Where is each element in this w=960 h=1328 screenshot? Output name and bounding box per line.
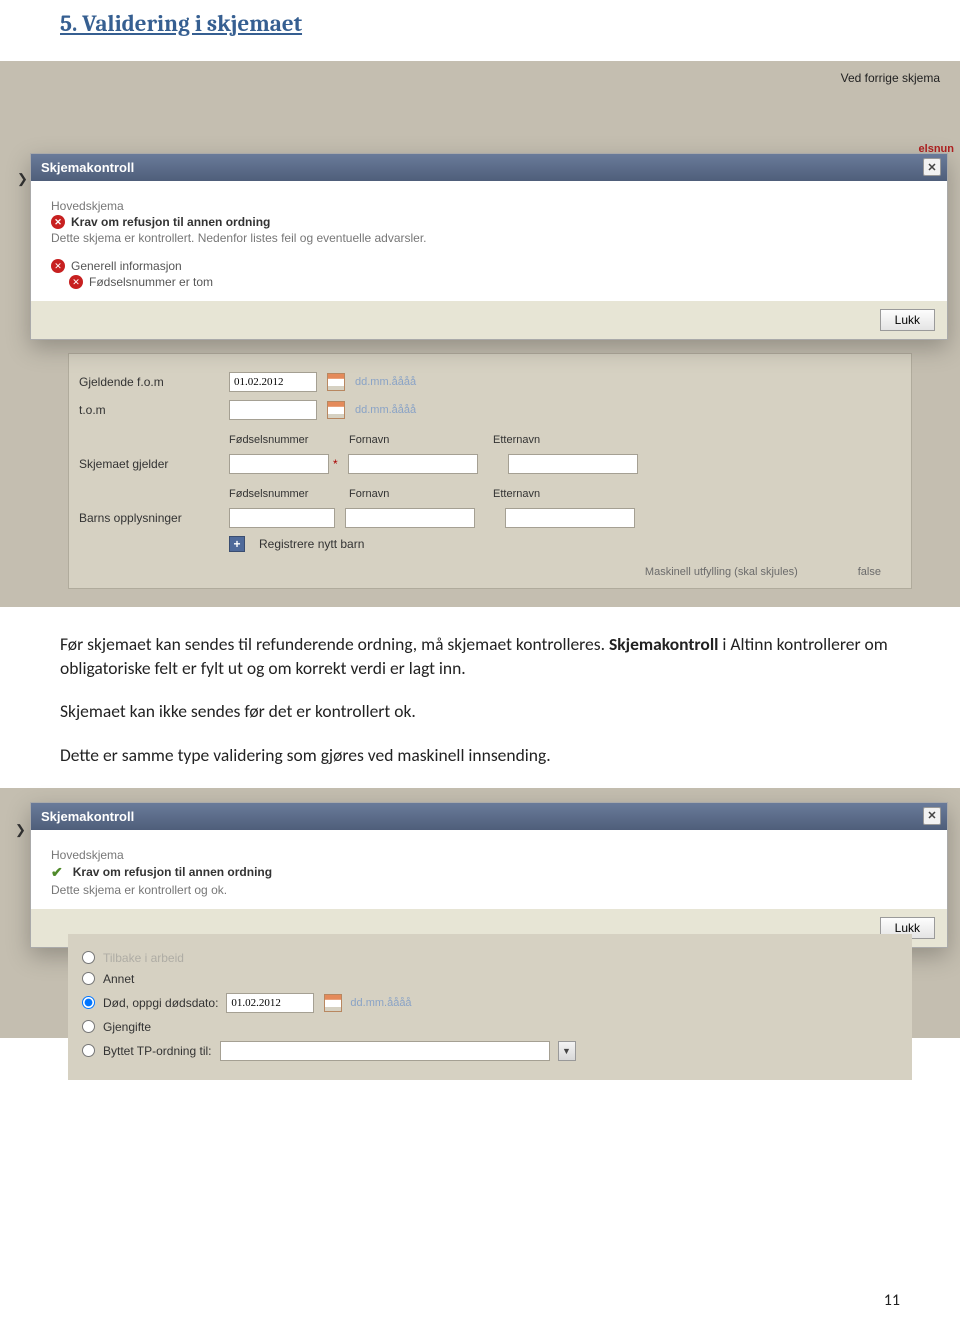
chevron-down-icon[interactable]: ▼ — [558, 1041, 576, 1061]
error-group: Generell informasjon — [71, 259, 182, 273]
lukk-button[interactable]: Lukk — [880, 309, 935, 331]
page-number: 11 — [884, 1291, 900, 1310]
background-radio-group: Tilbake i arbeid Annet Død, oppgi dødsda… — [68, 934, 912, 1080]
text: Før skjemaet kan sendes til refunderende… — [60, 633, 609, 655]
radio-label-gjengifte: Gjengifte — [103, 1020, 151, 1034]
input-etternavn-1[interactable] — [508, 454, 638, 474]
background-chevron: ❯ — [15, 822, 26, 838]
body-text: Før skjemaet kan sendes til refunderende… — [0, 607, 960, 768]
col-header-etternavn: Etternavn — [493, 434, 627, 446]
dialog-description: Dette skjema er kontrollert. Nedenfor li… — [51, 231, 927, 245]
date-hint: dd.mm.åååå — [355, 404, 416, 416]
dialog-body: Hovedskjema ✕ Krav om refusjon til annen… — [31, 181, 947, 301]
dialog-item-title: Krav om refusjon til annen ordning — [71, 215, 270, 229]
radio-label-annet: Annet — [103, 972, 134, 986]
input-dodsdato[interactable] — [226, 993, 314, 1013]
calendar-icon[interactable] — [324, 994, 342, 1012]
col-header-fodselsnummer: Fødselsnummer — [229, 434, 339, 446]
input-gjeldende-fom[interactable] — [229, 372, 317, 392]
input-fornavn-1[interactable] — [348, 454, 478, 474]
mask-fill-value: false — [858, 566, 881, 578]
error-icon: ✕ — [69, 275, 83, 289]
dialog-header: Skjemakontroll ✕ — [31, 154, 947, 181]
radio-annet[interactable] — [82, 972, 95, 985]
dialog-title: Skjemakontroll — [41, 809, 134, 824]
dialog-title: Skjemakontroll — [41, 160, 134, 175]
dialog-subtitle: Hovedskjema — [51, 199, 927, 213]
close-icon[interactable]: ✕ — [923, 807, 941, 825]
radio-option[interactable] — [82, 951, 95, 964]
col-header-fornavn: Fornavn — [349, 488, 483, 500]
register-new-child-link[interactable]: Registrere nytt barn — [259, 537, 364, 551]
radio-gjengifte[interactable] — [82, 1020, 95, 1033]
screenshot-error-dialog: Ved forrige skjema elsnun ❯ Gjeldende f.… — [0, 61, 960, 607]
radio-dod[interactable] — [82, 996, 95, 1009]
input-etternavn-2[interactable] — [505, 508, 635, 528]
required-asterisk: * — [333, 457, 338, 471]
background-form: Gjeldende f.o.m dd.mm.åååå t.o.m dd.mm.å… — [68, 353, 912, 589]
paragraph-2: Skjemaet kan ikke sendes før det er kont… — [60, 700, 900, 724]
error-detail: Fødselsnummer er tom — [89, 275, 213, 289]
dialog-body: Hovedskjema ✔ Krav om refusjon til annen… — [31, 830, 947, 909]
mask-fill-label: Maskinell utfylling (skal skjules) — [645, 566, 798, 578]
error-icon: ✕ — [51, 259, 65, 273]
label-tom: t.o.m — [79, 403, 219, 417]
date-hint: dd.mm.åååå — [355, 376, 416, 388]
bold-skjemakontroll: Skjemakontroll — [609, 633, 718, 655]
screenshot-ok-dialog: ❯ Skjemakontroll ✕ Hovedskjema ✔ Krav om… — [0, 788, 960, 1038]
add-icon[interactable]: + — [229, 536, 245, 552]
paragraph-3: Dette er samme type validering som gjøre… — [60, 744, 900, 768]
date-hint: dd.mm.åååå — [350, 997, 411, 1009]
background-chevron: ❯ — [17, 171, 28, 187]
error-icon: ✕ — [51, 215, 65, 229]
col-header-fodselsnummer: Fødselsnummer — [229, 488, 339, 500]
radio-byttet-tp[interactable] — [82, 1044, 95, 1057]
dialog-description: Dette skjema er kontrollert og ok. — [51, 883, 927, 897]
label-gjeldende-fom: Gjeldende f.o.m — [79, 375, 219, 389]
input-fnr-2[interactable] — [229, 508, 335, 528]
input-tom[interactable] — [229, 400, 317, 420]
dialog-subtitle: Hovedskjema — [51, 848, 927, 862]
dialog-item-title: Krav om refusjon til annen ordning — [73, 865, 272, 879]
paragraph-1: Før skjemaet kan sendes til refunderende… — [60, 633, 900, 680]
dialog-header: Skjemakontroll ✕ — [31, 803, 947, 830]
label-skjemaet-gjelder: Skjemaet gjelder — [79, 457, 219, 471]
dropdown-tp-ordning[interactable] — [220, 1041, 550, 1061]
input-fornavn-2[interactable] — [345, 508, 475, 528]
radio-label-dod: Død, oppgi dødsdato: — [103, 996, 218, 1010]
section-heading: 5. Validering i skjemaet — [0, 0, 960, 61]
calendar-icon[interactable] — [327, 401, 345, 419]
radio-label-partial: Tilbake i arbeid — [103, 951, 184, 965]
radio-label-byttet-tp: Byttet TP-ordning til: — [103, 1044, 212, 1058]
calendar-icon[interactable] — [327, 373, 345, 391]
dialog-footer: Lukk — [31, 301, 947, 339]
background-text-cut: Ved forrige skjema — [841, 71, 940, 85]
label-barns-opplysninger: Barns opplysninger — [79, 511, 219, 525]
col-header-etternavn: Etternavn — [493, 488, 627, 500]
col-header-fornavn: Fornavn — [349, 434, 483, 446]
skjemakontroll-dialog-error: Skjemakontroll ✕ Hovedskjema ✕ Krav om r… — [30, 153, 948, 340]
check-icon: ✔ — [51, 864, 63, 881]
input-fnr-1[interactable] — [229, 454, 329, 474]
close-icon[interactable]: ✕ — [923, 158, 941, 176]
skjemakontroll-dialog-ok: Skjemakontroll ✕ Hovedskjema ✔ Krav om r… — [30, 802, 948, 948]
